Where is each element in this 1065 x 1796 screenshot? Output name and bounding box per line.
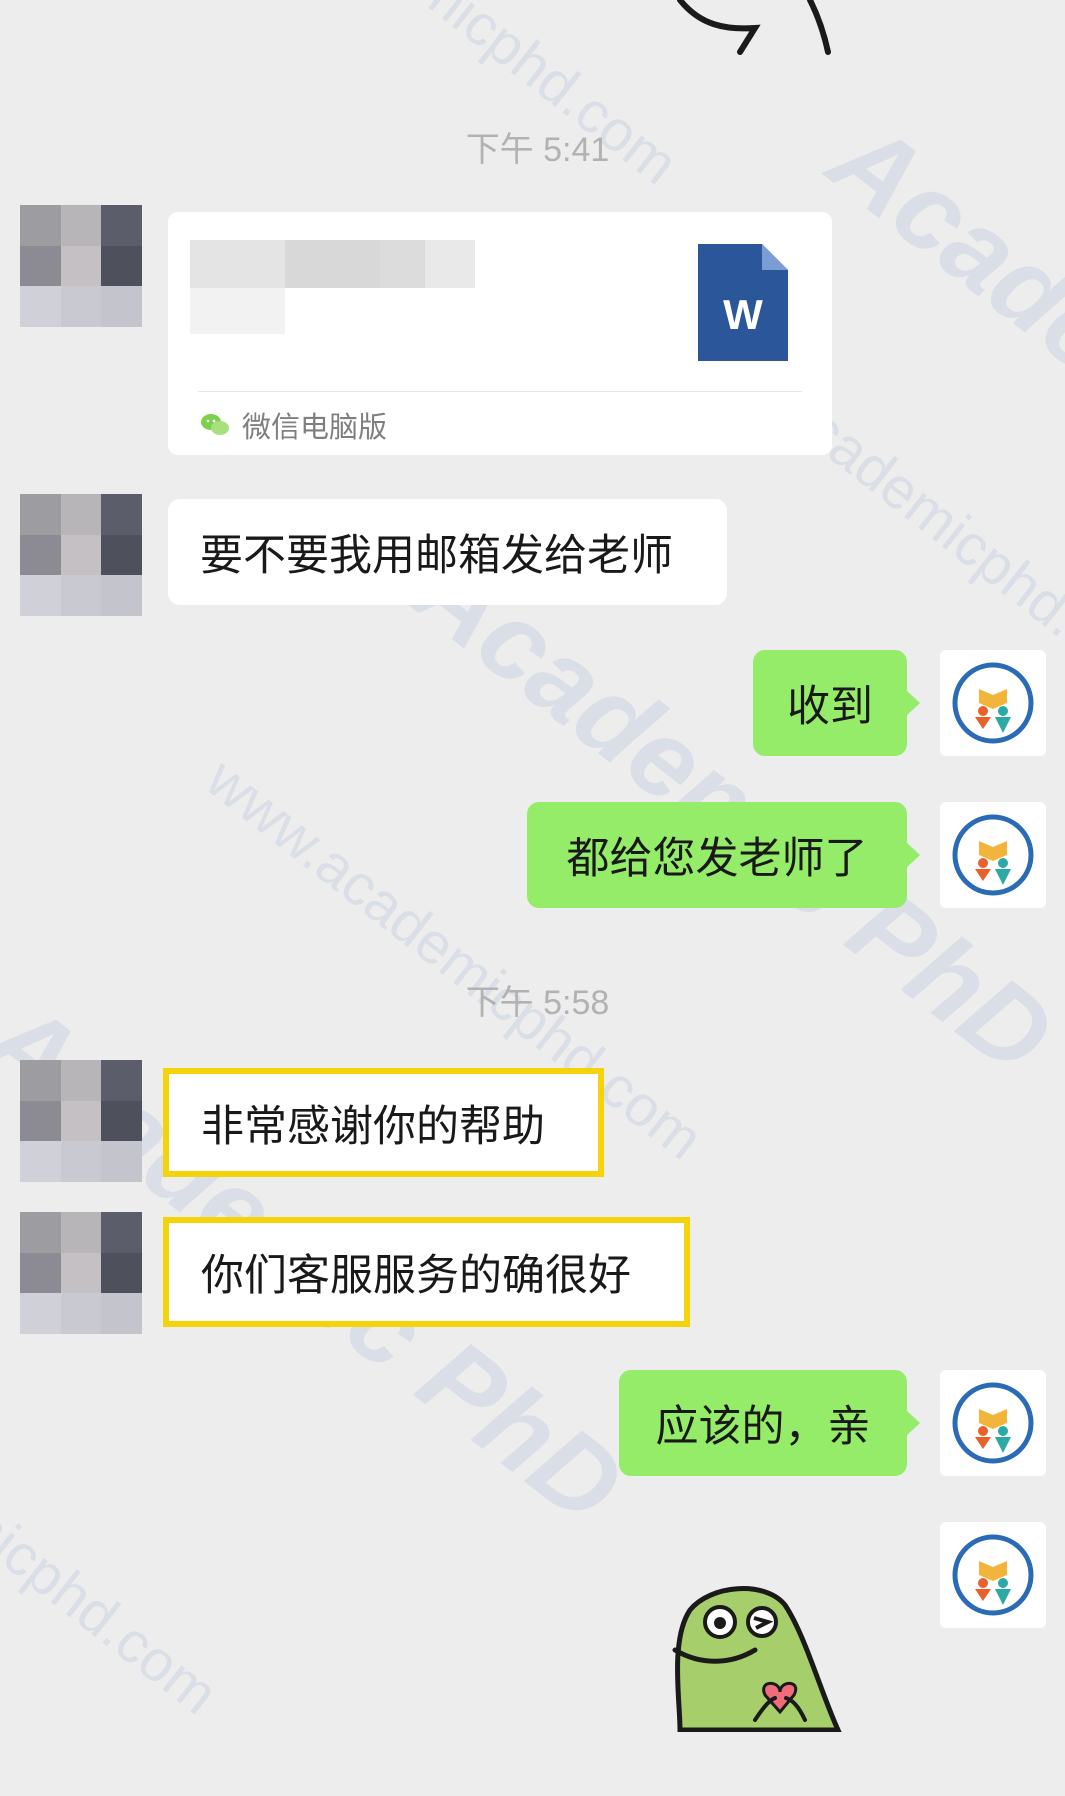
word-document-icon: W: [698, 244, 788, 361]
outgoing-message-bubble[interactable]: 都给您发老师了: [527, 802, 907, 908]
contact-avatar[interactable]: [20, 1060, 142, 1182]
file-message-card[interactable]: W 微信电脑版: [168, 212, 832, 455]
contact-avatar[interactable]: [20, 1212, 142, 1334]
watermark-url: www.academicphd.com: [0, 1300, 230, 1728]
file-name-blurred-line2: [190, 288, 285, 334]
file-source-label: 微信电脑版: [242, 410, 388, 444]
timestamp: 下午 5:58: [465, 984, 610, 1022]
academic-phd-logo-icon: [952, 814, 1034, 896]
contact-avatar[interactable]: [20, 205, 142, 327]
own-avatar[interactable]: [940, 650, 1046, 756]
watermark-logo: Academic PhD: [808, 96, 1065, 668]
academic-phd-logo-icon: [952, 1534, 1034, 1616]
academic-phd-logo-icon: [952, 662, 1034, 744]
own-avatar[interactable]: [940, 1370, 1046, 1476]
outgoing-message-bubble[interactable]: 收到: [753, 650, 907, 756]
file-source: 微信电脑版: [200, 400, 387, 450]
svg-text:W: W: [723, 291, 763, 338]
file-card-divider: [198, 391, 802, 392]
file-name-blurred: [190, 240, 475, 288]
incoming-message-bubble[interactable]: 要不要我用邮箱发给老师: [168, 499, 727, 605]
own-avatar[interactable]: [940, 1522, 1046, 1628]
incoming-message-bubble-highlighted[interactable]: 你们客服服务的确很好: [163, 1217, 690, 1327]
own-avatar[interactable]: [940, 802, 1046, 908]
dinosaur-sticker-icon[interactable]: [670, 1580, 850, 1732]
timestamp: 下午 5:41: [465, 131, 610, 169]
outgoing-message-bubble[interactable]: 应该的，亲: [619, 1370, 907, 1476]
sticker-top-icon: [677, 0, 831, 55]
wechat-icon: [201, 414, 229, 435]
incoming-message-bubble-highlighted[interactable]: 非常感谢你的帮助: [163, 1068, 604, 1177]
academic-phd-logo-icon: [952, 1382, 1034, 1464]
contact-avatar[interactable]: [20, 494, 142, 616]
